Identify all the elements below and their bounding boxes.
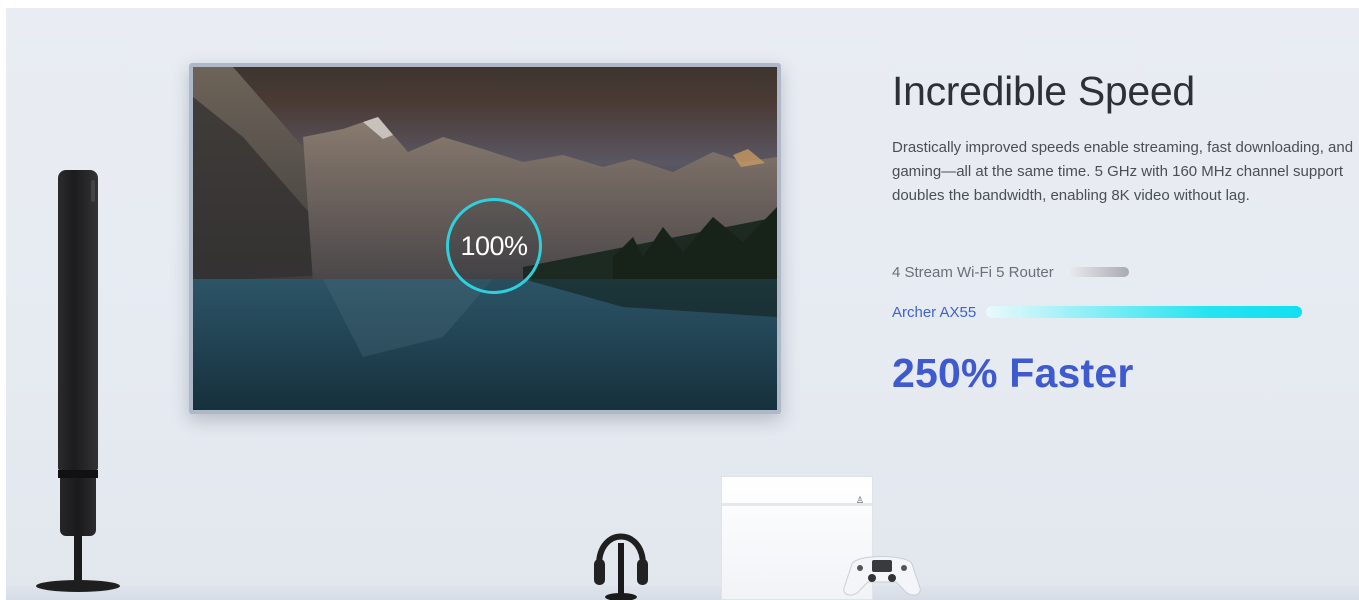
headphones-image [591,513,651,600]
game-controller-image [842,546,922,598]
speed-bar-wifi5 [1065,267,1129,277]
tv-screen: 100% [193,67,777,410]
speed-bar-track [1065,265,1130,279]
playstation-logo-icon: ♙ [855,495,864,505]
comparison-label: 4 Stream Wi-Fi 5 Router [892,263,1054,281]
speed-ring: 100% [446,198,542,294]
floor-speaker-image [36,170,120,600]
speed-bar-track [986,305,1303,319]
speed-result: 250% Faster [892,350,1134,396]
comparison-label: Archer AX55 [892,303,977,321]
hero-scene: 100% ♙ Incredible Speed Drastically impr… [6,8,1359,600]
comparison-row-wifi5: 4 Stream Wi-Fi 5 Router [892,262,1130,282]
feature-title: Incredible Speed [892,68,1195,114]
feature-description: Drastically improved speeds enable strea… [892,139,1354,204]
comparison-row-archer: Archer AX55 [892,302,1303,322]
speed-bar-archer [986,306,1303,318]
floor [6,586,1359,600]
tv-image: 100% [189,63,781,414]
